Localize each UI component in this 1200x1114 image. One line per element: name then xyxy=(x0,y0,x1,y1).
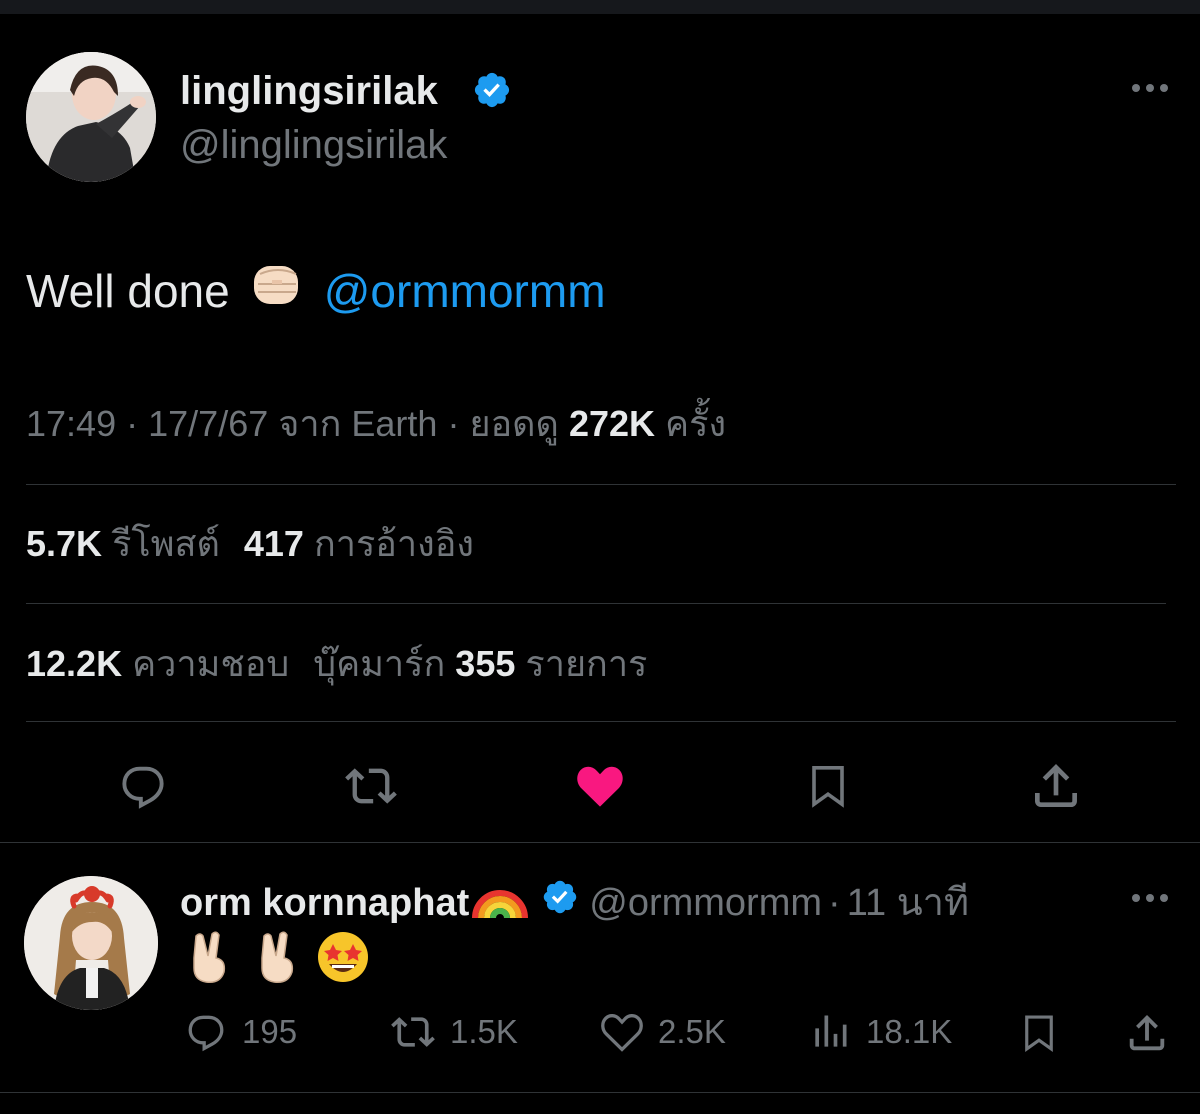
author-avatar[interactable] xyxy=(26,52,156,182)
divider xyxy=(0,1092,1200,1093)
reply-share-icon[interactable] xyxy=(1124,1010,1170,1056)
divider xyxy=(26,603,1166,604)
views-chart-icon xyxy=(808,1010,852,1054)
retweet-icon xyxy=(388,1010,438,1054)
retweet-icon[interactable] xyxy=(340,760,402,812)
reply-icon[interactable] xyxy=(116,760,170,812)
meta-separator: · xyxy=(126,403,139,444)
reply-verified-badge-icon xyxy=(541,878,579,927)
tweet-time[interactable]: 17:49 xyxy=(26,403,116,444)
heart-filled-icon[interactable] xyxy=(572,760,628,812)
reply-text xyxy=(186,930,370,989)
quotes-stat[interactable]: 417 การอ้างอิง xyxy=(244,523,474,564)
quotes-count: 417 xyxy=(243,523,304,564)
fist-bump-emoji-icon xyxy=(248,262,306,319)
reply-more-options-icon[interactable] xyxy=(1130,888,1170,913)
divider xyxy=(26,484,1176,485)
bookmarks-prefix: บุ๊คมาร์ก xyxy=(313,643,446,684)
views-count: 18.1K xyxy=(866,1013,953,1050)
views-label: ยอดดู xyxy=(469,403,559,444)
stats-row-reposts: 5.7K รีโพสต์ 417 การอ้างอิง xyxy=(26,522,474,566)
star-struck-emoji-icon xyxy=(316,930,370,989)
author-display-name[interactable]: linglingsirilak xyxy=(180,68,438,114)
tweet-text: Well done @ormmormm xyxy=(26,262,606,319)
bookmark-icon[interactable] xyxy=(804,758,852,814)
views-suffix: ครั้ง xyxy=(665,403,727,444)
tweet-meta: 17:49 · 17/7/67 จาก Earth · ยอดดู 272K ค… xyxy=(26,402,726,446)
top-bar xyxy=(0,0,1200,14)
share-icon[interactable] xyxy=(1028,758,1084,814)
victory-hand-emoji-icon xyxy=(186,930,232,989)
views-count: 272K xyxy=(568,403,656,444)
reply-bookmark-icon[interactable] xyxy=(1018,1010,1060,1056)
replies-count: 195 xyxy=(242,1013,298,1050)
author-handle[interactable]: @linglingsirilak xyxy=(180,122,447,168)
mention-link[interactable]: @ormmormm xyxy=(324,264,606,318)
reply-display-name[interactable]: orm kornnaphat xyxy=(180,880,469,926)
more-options-icon[interactable] xyxy=(1130,78,1170,103)
reposts-label: รีโพสต์ xyxy=(112,523,220,564)
reply-time[interactable]: 11 นาที xyxy=(847,880,969,926)
reposts-count: 1.5K xyxy=(450,1013,518,1050)
reply-separator: · xyxy=(828,881,841,924)
victory-hand-emoji-icon xyxy=(254,930,300,989)
reply-header: orm kornnaphat @ormmormm · 11 นาที xyxy=(180,874,969,931)
rainbow-emoji-icon xyxy=(471,874,529,931)
tweet-source: จาก Earth xyxy=(278,403,438,444)
reply-icon xyxy=(184,1010,228,1054)
reply-likes-button[interactable]: 2.5K xyxy=(600,1010,726,1054)
likes-stat[interactable]: 12.2K ความชอบ xyxy=(26,643,299,684)
divider xyxy=(0,842,1200,843)
reply-replies-button[interactable]: 195 xyxy=(184,1010,297,1054)
likes-label: ความชอบ xyxy=(132,643,290,684)
likes-count: 2.5K xyxy=(658,1013,726,1050)
reply-handle[interactable]: @ormmormm xyxy=(589,880,822,926)
quotes-label: การอ้างอิง xyxy=(313,523,474,564)
verified-badge-icon xyxy=(472,70,512,115)
heart-icon xyxy=(600,1010,644,1054)
reply-views-button[interactable]: 18.1K xyxy=(808,1010,952,1054)
reply-avatar[interactable] xyxy=(24,876,158,1010)
reply-reposts-button[interactable]: 1.5K xyxy=(388,1010,518,1054)
tweet-date[interactable]: 17/7/67 xyxy=(148,403,268,444)
bookmarks-count: 355 xyxy=(455,643,516,684)
divider xyxy=(26,721,1176,722)
bookmarks-stat[interactable]: บุ๊คมาร์ก 355 รายการ xyxy=(313,643,647,684)
reposts-stat[interactable]: 5.7K รีโพสต์ xyxy=(26,523,230,564)
tweet-text-plain: Well done xyxy=(26,264,230,317)
bookmarks-suffix: รายการ xyxy=(525,643,648,684)
likes-count: 12.2K xyxy=(26,643,123,684)
reposts-count: 5.7K xyxy=(26,523,103,564)
meta-separator: · xyxy=(447,403,460,444)
stats-row-likes: 12.2K ความชอบ บุ๊คมาร์ก 355 รายการ xyxy=(26,642,647,686)
